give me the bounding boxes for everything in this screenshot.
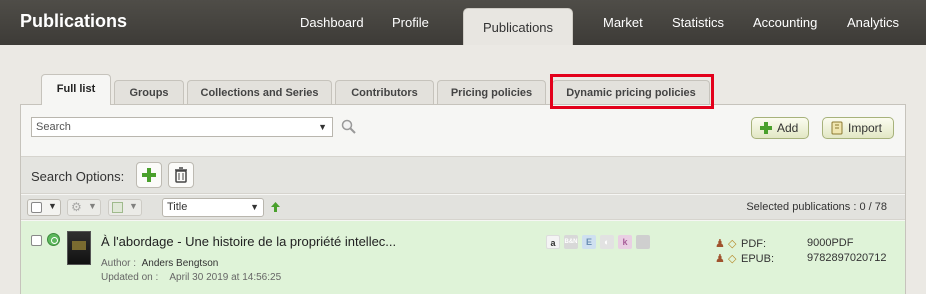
search-value: Search — [36, 121, 71, 133]
updated-label: Updated on : — [101, 272, 159, 283]
sort-select[interactable]: Title ▼ — [162, 198, 264, 217]
chevron-down-icon: ▼ — [250, 202, 259, 212]
chevron-down-icon: ▼ — [48, 201, 57, 211]
e-store-icon[interactable]: E — [582, 235, 596, 249]
add-search-option-button[interactable] — [136, 162, 162, 188]
gear-icon: ⚙ — [71, 200, 82, 214]
delete-search-option-button[interactable] — [168, 162, 194, 188]
export-icon — [112, 202, 123, 213]
publication-row[interactable]: À l'abordage - Une histoire de la propri… — [21, 221, 905, 294]
nav-item-statistics[interactable]: Statistics — [672, 15, 724, 30]
add-button-label: Add — [777, 121, 799, 135]
nav-item-analytics[interactable]: Analytics — [847, 15, 899, 30]
top-nav-bar: Publications Dashboard Profile Publicati… — [0, 0, 926, 45]
tab-groups[interactable]: Groups — [114, 80, 184, 104]
tab-contributors[interactable]: Contributors — [335, 80, 434, 104]
chevron-down-icon: ▼ — [318, 122, 327, 132]
publication-title[interactable]: À l'abordage - Une histoire de la propri… — [101, 234, 396, 249]
import-icon — [831, 121, 843, 135]
nav-item-publications[interactable]: Publications — [463, 8, 573, 45]
plus-icon — [760, 122, 772, 134]
amazon-icon[interactable]: a — [546, 235, 560, 249]
trash-icon — [175, 167, 187, 183]
nav-item-accounting[interactable]: Accounting — [753, 15, 817, 30]
add-button[interactable]: Add — [751, 117, 809, 139]
apple-icon[interactable] — [636, 235, 650, 249]
sort-value: Title — [167, 201, 188, 213]
search-options-label: Search Options: — [31, 169, 125, 184]
format-value-pdf: 9000PDF — [807, 237, 854, 249]
nav-item-profile[interactable]: Profile — [392, 15, 429, 30]
format-row-pdf: ♟ ◇ PDF: — [715, 237, 766, 250]
sort-ascending-icon[interactable] — [270, 201, 281, 213]
row-checkbox[interactable] — [31, 235, 42, 246]
format-value-epub: 9782897020712 — [807, 252, 887, 264]
apple-books-icon[interactable]: ◐ — [600, 235, 614, 249]
status-icon — [47, 233, 60, 246]
import-button-label: Import — [848, 121, 883, 135]
magnifier-icon[interactable] — [341, 119, 357, 135]
tag-icon: ◇ — [728, 253, 737, 265]
chevron-down-icon: ▼ — [129, 201, 138, 211]
tab-collections-and-series[interactable]: Collections and Series — [187, 80, 332, 104]
user-icon: ♟ — [715, 238, 725, 250]
selected-publications-count: Selected publications : 0 / 78 — [746, 201, 887, 213]
format-label: EPUB: — [741, 253, 775, 265]
author-line: Author : Anders Bengtson — [101, 258, 218, 269]
tab-full-list[interactable]: Full list — [41, 74, 111, 105]
select-all-checkbox[interactable]: ▼ — [27, 199, 61, 216]
import-button[interactable]: Import — [822, 117, 894, 139]
actions-dropdown[interactable]: ⚙ ▼ — [67, 199, 101, 216]
chevron-down-icon: ▼ — [88, 201, 97, 211]
updated-line: Updated on : April 30 2019 at 14:56:25 — [101, 272, 281, 283]
list-toolbar: ▼ ⚙ ▼ ▼ Title ▼ Selected publications : … — [21, 195, 905, 220]
kobo-icon[interactable]: k — [618, 235, 632, 249]
user-icon: ♟ — [715, 253, 725, 265]
app-title: Publications — [20, 11, 128, 31]
plus-icon — [142, 168, 156, 182]
updated-date: April 30 2019 at 14:56:25 — [169, 272, 282, 283]
publications-panel: Search ▼ Add Import Search Options: ▼ ⚙ … — [20, 104, 906, 294]
nav-item-market[interactable]: Market — [603, 15, 643, 30]
nav-item-dashboard[interactable]: Dashboard — [300, 15, 364, 30]
tag-icon: ◇ — [728, 238, 737, 250]
barnes-noble-icon[interactable]: B&N — [564, 235, 578, 249]
checkbox-icon — [31, 202, 42, 213]
tab-dynamic-pricing-policies[interactable]: Dynamic pricing policies — [552, 80, 710, 104]
export-dropdown[interactable]: ▼ — [108, 199, 142, 216]
search-options-bar: Search Options: — [21, 156, 905, 194]
author-label: Author : — [101, 258, 137, 269]
search-input[interactable]: Search ▼ — [31, 117, 333, 137]
format-row-epub: ♟ ◇ EPUB: — [715, 252, 774, 265]
author-name: Anders Bengtson — [141, 258, 219, 269]
format-label: PDF: — [741, 238, 767, 250]
tab-pricing-policies[interactable]: Pricing policies — [437, 80, 546, 104]
book-cover-thumbnail[interactable] — [67, 231, 91, 265]
